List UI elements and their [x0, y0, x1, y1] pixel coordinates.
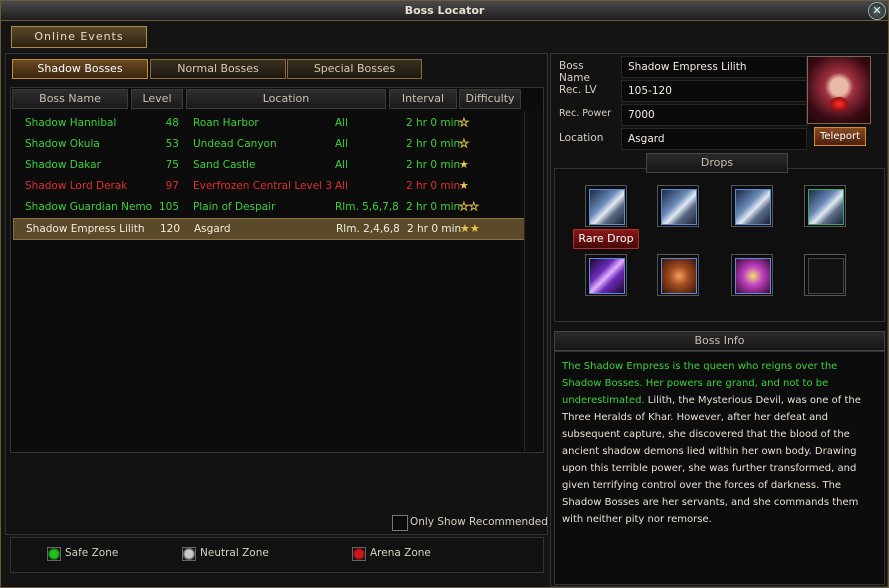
location-label: Location	[559, 132, 604, 144]
gauntlet-icon	[808, 189, 844, 225]
star-icon: ★	[459, 158, 469, 171]
rare-drop-badge: Rare Drop	[573, 229, 639, 249]
interval-cell: 2 hr 0 min	[406, 117, 461, 129]
tab-normal-bosses[interactable]: Normal Bosses	[150, 59, 286, 79]
table-scrollbar[interactable]	[524, 111, 543, 451]
rec-power-label: Rec. Power	[559, 108, 612, 119]
tab-special-bosses[interactable]: Special Bosses	[287, 59, 422, 79]
tab-shadow-bosses[interactable]: Shadow Bosses	[12, 59, 148, 79]
drop-slot[interactable]	[804, 185, 846, 227]
rec-lv-label: Rec. LV	[559, 84, 597, 96]
teleport-button[interactable]: Teleport	[814, 127, 866, 146]
interval-cell: 2 hr 0 min	[406, 138, 461, 150]
empty-slot	[808, 258, 844, 294]
difficulty-stars: ★	[459, 134, 470, 154]
realm-cell: All	[335, 180, 349, 192]
only-show-recommended-label: Only Show Recommended	[410, 516, 548, 528]
boss-portrait	[807, 56, 871, 124]
difficulty-stars: ★	[459, 113, 470, 133]
boss-info-body: Lilith, the Mysterious Devil, was one of…	[562, 395, 861, 525]
gauntlet-icon	[661, 189, 697, 225]
table-row[interactable]: Shadow Empress Lilith 120 Asgard Rlm. 2,4,6…	[13, 218, 525, 240]
table-row[interactable]: Shadow Guardian Nemo 105 Plain of Despair R…	[13, 197, 523, 217]
boss-name-label: Boss Name	[559, 60, 590, 84]
drop-slot[interactable]	[585, 185, 627, 227]
only-show-recommended-checkbox[interactable]	[392, 515, 408, 531]
table-row[interactable]: Shadow Okula 53 Undead Canyon All 2 hr 0 min…	[13, 134, 523, 154]
location-cell: Plain of Despair	[193, 201, 276, 213]
safe-zone-swatch	[47, 547, 61, 561]
header-level[interactable]: Level	[131, 89, 183, 109]
level-cell: 97	[165, 180, 179, 192]
level-cell: 48	[165, 117, 179, 129]
neutral-zone-swatch	[182, 547, 196, 561]
gauntlet-icon	[735, 189, 771, 225]
location-value: Asgard	[621, 128, 807, 150]
star-icon: ★	[459, 179, 469, 192]
realm-cell: All	[335, 117, 349, 129]
table-row[interactable]: Shadow Dakar 75 Sand Castle All 2 hr 0 min ★	[13, 155, 523, 175]
star-icon: ★	[460, 222, 470, 235]
interval-cell: 2 hr 0 min	[407, 223, 462, 235]
close-icon[interactable]: ✕	[868, 2, 886, 20]
purple-blade-icon	[589, 258, 625, 294]
window-titlebar[interactable]: Boss Locator ✕	[1, 1, 888, 21]
header-location[interactable]: Location	[186, 89, 386, 109]
location-cell: Sand Castle	[193, 159, 256, 171]
purple-orb-icon	[735, 258, 771, 294]
header-boss-name[interactable]: Boss Name	[12, 89, 128, 109]
realm-cell: Rlm. 2,4,6,8	[336, 223, 400, 235]
drop-slot[interactable]	[804, 254, 846, 296]
location-cell: Everfrozen Central Level 3	[193, 180, 333, 192]
boss-info-text: The Shadow Empress is the queen who reig…	[562, 358, 878, 528]
star-icon: ★	[459, 200, 470, 214]
arena-zone-label: Arena Zone	[370, 547, 431, 559]
star-icon: ★	[469, 222, 480, 235]
realm-cell: Rlm. 5,6,7,8	[335, 201, 399, 213]
drop-slot[interactable]	[657, 254, 699, 296]
boss-name-value: Shadow Empress Lilith	[621, 56, 807, 78]
ore-icon	[661, 258, 697, 294]
header-difficulty[interactable]: Difficulty	[459, 89, 521, 109]
realm-cell: All	[335, 159, 349, 171]
difficulty-stars: ★	[459, 176, 469, 196]
table-row[interactable]: Shadow Hannibal 48 Roan Harbor All 2 hr 0 mi…	[13, 113, 523, 133]
star-icon: ★	[459, 116, 470, 130]
difficulty-stars: ★★	[459, 197, 480, 217]
safe-zone-label: Safe Zone	[65, 547, 119, 559]
realm-cell: All	[335, 138, 349, 150]
arena-zone-swatch	[352, 547, 366, 561]
interval-cell: 2 hr 0 min	[406, 201, 461, 213]
interval-cell: 2 hr 0 min	[406, 159, 461, 171]
rec-power-value: 7000	[621, 104, 807, 126]
table-row[interactable]: Shadow Lord Derak 97 Everfrozen Central Le…	[13, 176, 523, 196]
level-cell: 105	[158, 201, 179, 213]
level-cell: 75	[165, 159, 179, 171]
difficulty-stars: ★	[459, 155, 469, 175]
boss-locator-window: Boss Locator ✕ Online Events Shadow Boss…	[0, 0, 889, 588]
drop-slot[interactable]	[731, 254, 773, 296]
location-cell: Roan Harbor	[193, 117, 259, 129]
window-title: Boss Locator	[404, 4, 485, 17]
boss-info-title: Boss Info	[554, 331, 885, 351]
difficulty-stars: ★★	[460, 219, 480, 239]
drop-slot[interactable]	[657, 185, 699, 227]
location-cell: Asgard	[194, 223, 231, 235]
location-cell: Undead Canyon	[193, 138, 277, 150]
star-icon: ★	[468, 200, 479, 214]
star-icon: ★	[459, 137, 470, 151]
rec-lv-value: 105-120	[621, 80, 807, 102]
online-events-button[interactable]: Online Events	[11, 26, 147, 48]
header-interval[interactable]: Interval	[389, 89, 457, 109]
level-cell: 53	[165, 138, 179, 150]
level-cell: 120	[159, 223, 180, 235]
drops-title: Drops	[646, 153, 788, 173]
drop-slot[interactable]	[731, 185, 773, 227]
interval-cell: 2 hr 0 min	[406, 180, 461, 192]
drop-slot[interactable]	[585, 254, 627, 296]
neutral-zone-label: Neutral Zone	[200, 547, 269, 559]
portrait-gem-icon	[830, 97, 848, 111]
boss-info-panel: The Shadow Empress is the queen who reig…	[554, 351, 885, 585]
gauntlet-icon	[589, 189, 625, 225]
